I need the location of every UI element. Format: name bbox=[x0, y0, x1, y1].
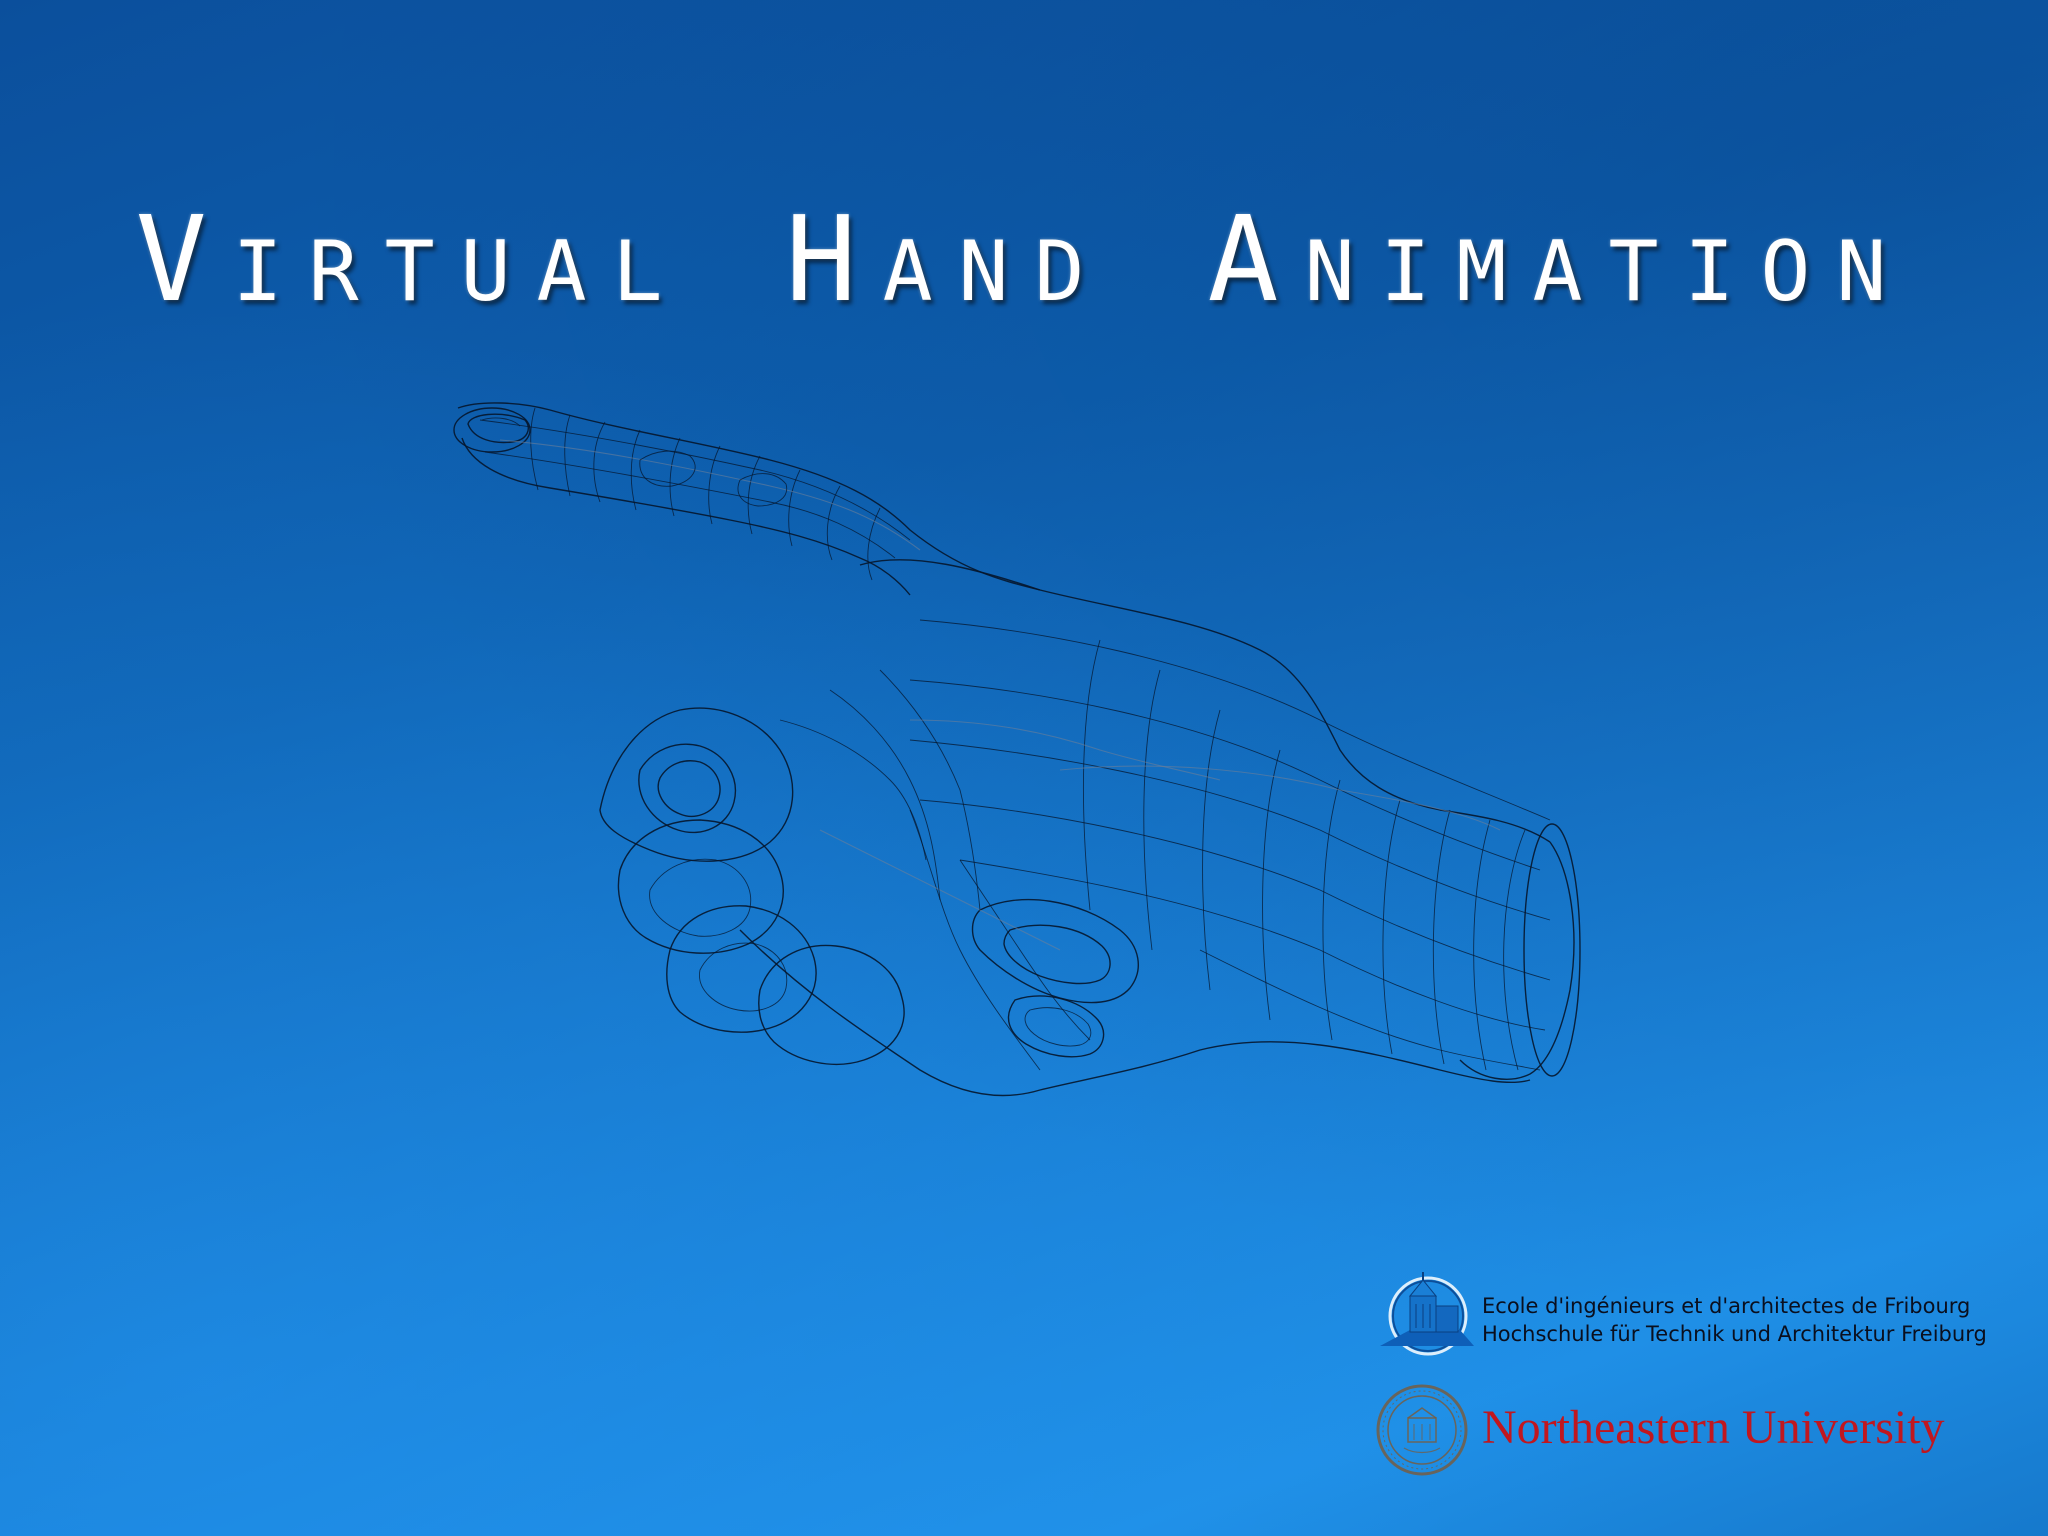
heia-fribourg-logo[interactable]: Ecole d'ingénieurs et d'architectes de F… bbox=[1370, 1270, 2010, 1360]
heia-fribourg-building-icon bbox=[1380, 1272, 1474, 1356]
northeastern-university-logo[interactable]: Northeastern University bbox=[1374, 1382, 2014, 1482]
heia-fribourg-name: Ecole d'ingénieurs et d'architectes de F… bbox=[1482, 1292, 1987, 1348]
northeastern-university-name: Northeastern University bbox=[1482, 1401, 1945, 1454]
northeastern-university-seal-icon bbox=[1376, 1384, 1468, 1476]
page-title: Virtual Hand Animation bbox=[135, 190, 1913, 328]
heia-line-german: Hochschule für Technik und Architektur F… bbox=[1482, 1322, 1987, 1346]
wireframe-pointing-hand-icon bbox=[453, 402, 1581, 1097]
heia-line-french: Ecole d'ingénieurs et d'architectes de F… bbox=[1482, 1294, 1971, 1318]
logo-area: Ecole d'ingénieurs et d'architectes de F… bbox=[1370, 1270, 2010, 1490]
